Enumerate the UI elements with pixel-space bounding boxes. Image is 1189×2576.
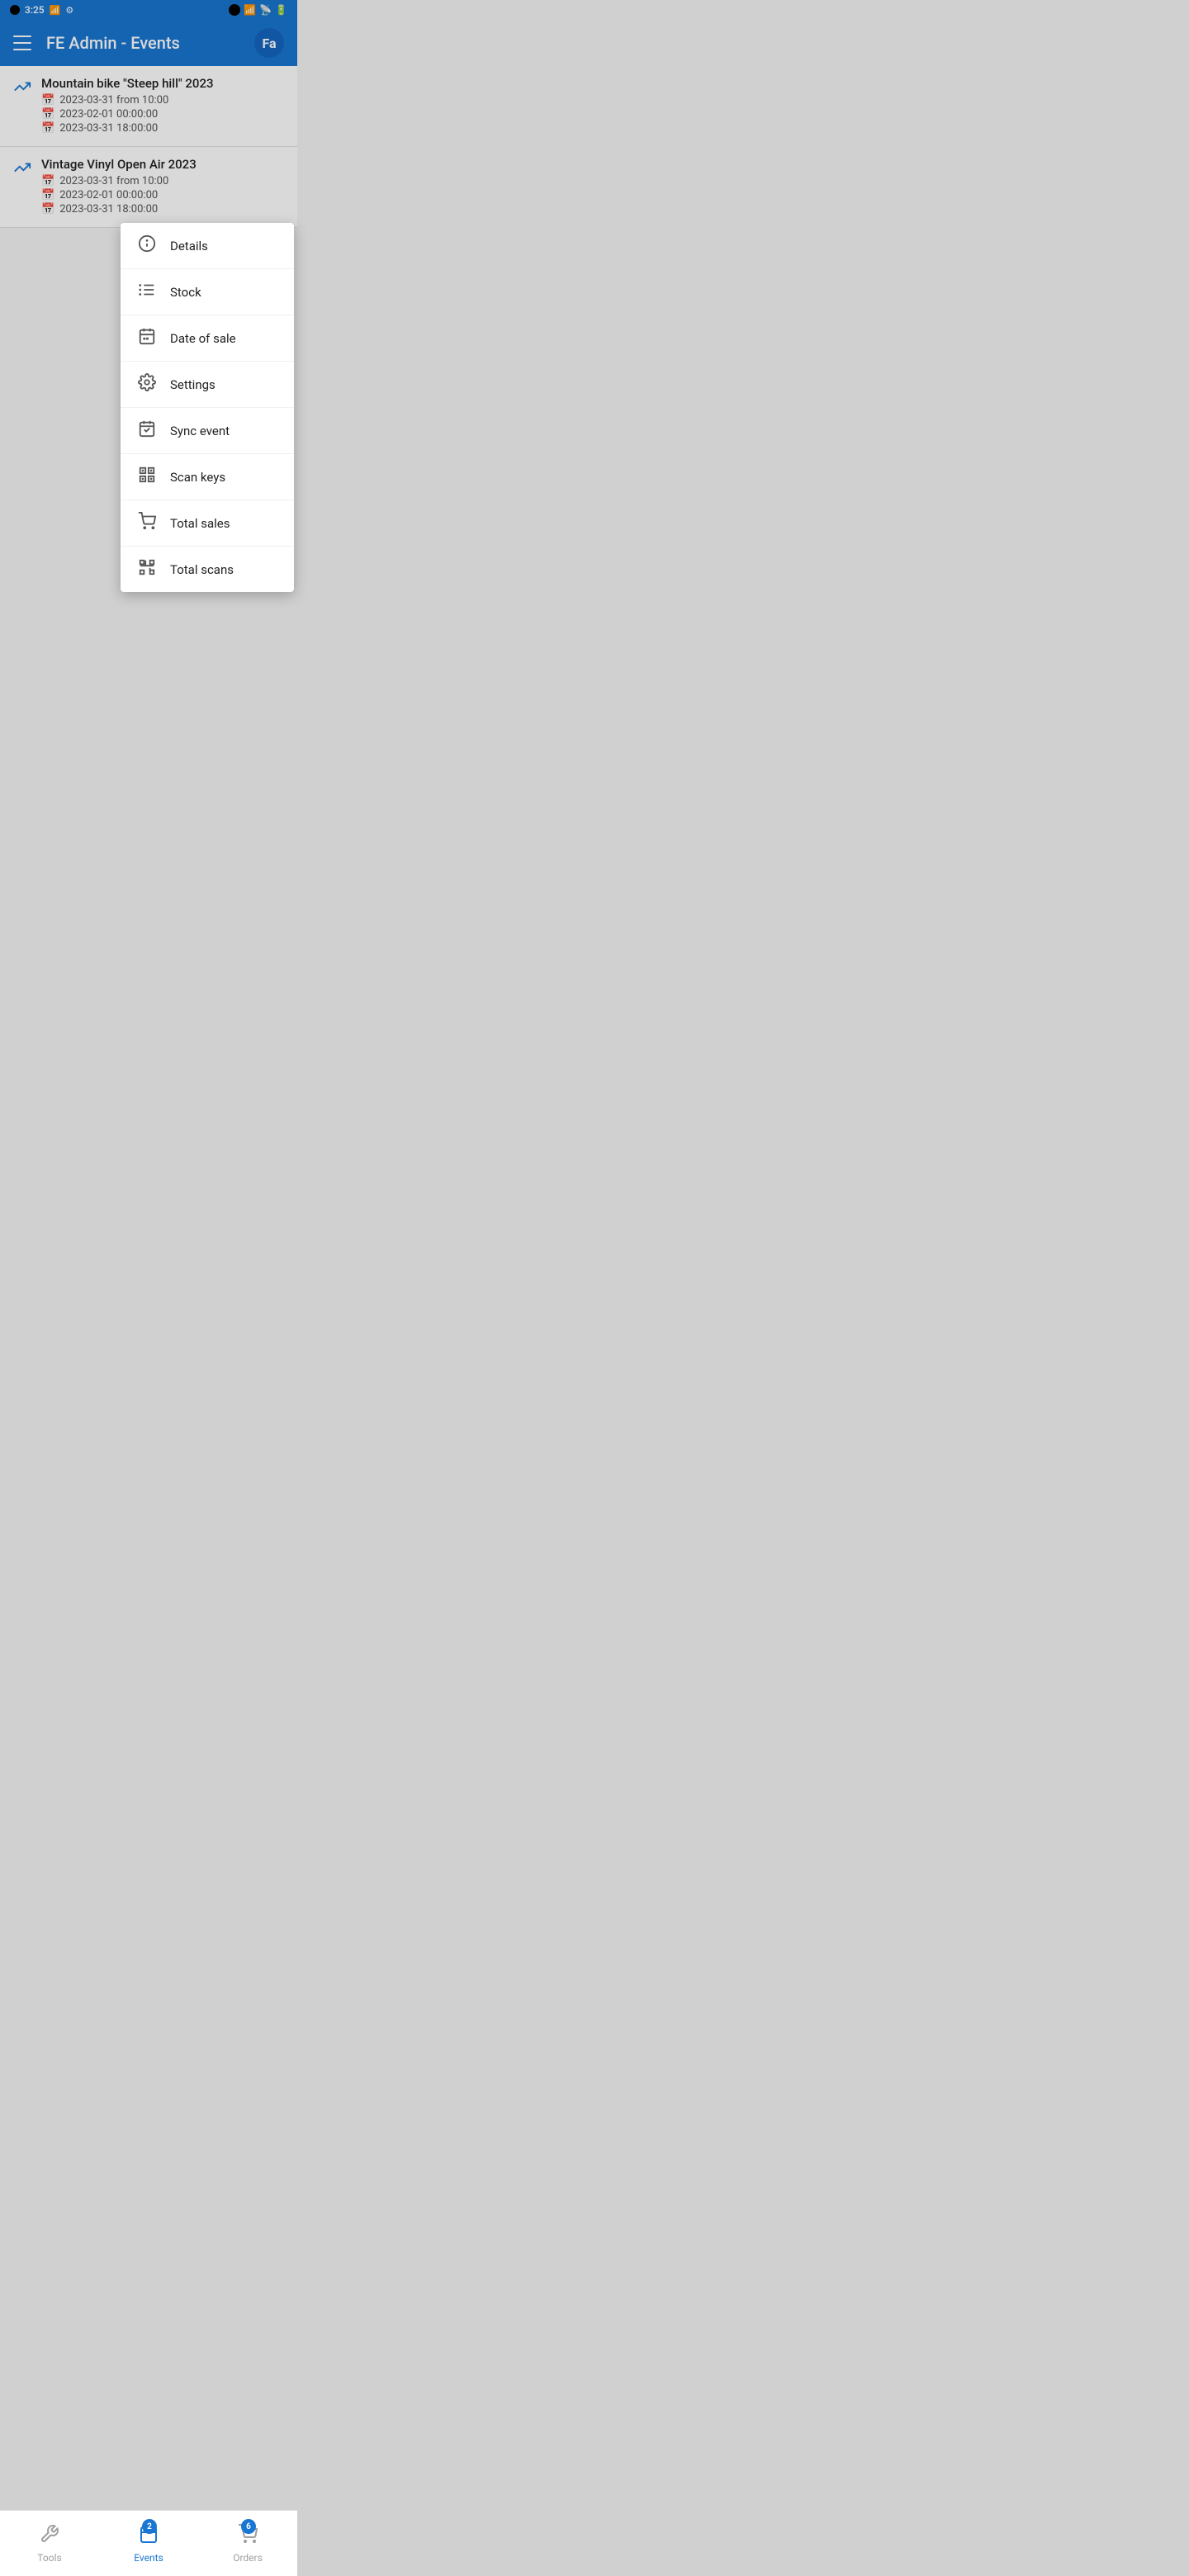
menu-item-sync-event[interactable]: Sync event	[121, 408, 294, 454]
nav-label-orders: Orders	[233, 2552, 263, 2564]
settings-icon	[137, 373, 157, 395]
nav-label-tools: Tools	[37, 2552, 61, 2564]
nav-item-orders[interactable]: 6 Orders	[198, 2511, 297, 2576]
nav-item-events[interactable]: 2 Events	[99, 2511, 198, 2576]
menu-label-settings: Settings	[170, 377, 277, 392]
menu-label-date-of-sale: Date of sale	[170, 331, 277, 346]
menu-label-details: Details	[170, 239, 277, 253]
menu-label-total-scans: Total scans	[170, 562, 277, 577]
events-badge: 2	[142, 2519, 157, 2534]
menu-label-sync-event: Sync event	[170, 424, 277, 438]
menu-item-total-scans[interactable]: Total scans	[121, 547, 294, 592]
orders-badge: 6	[241, 2519, 256, 2534]
context-menu: Details Stock	[121, 223, 294, 592]
menu-label-total-sales: Total sales	[170, 516, 277, 531]
menu-item-scan-keys[interactable]: Scan keys	[121, 454, 294, 500]
menu-item-total-sales[interactable]: Total sales	[121, 500, 294, 547]
menu-label-scan-keys: Scan keys	[170, 470, 277, 485]
menu-item-stock[interactable]: Stock	[121, 269, 294, 315]
menu-item-settings[interactable]: Settings	[121, 362, 294, 408]
qr-icon	[137, 558, 157, 580]
nav-label-events: Events	[134, 2552, 163, 2564]
main-content: Mountain bike "Steep hill" 2023 📅 2023-0…	[0, 66, 297, 228]
list-icon	[137, 281, 157, 303]
menu-label-stock: Stock	[170, 285, 277, 300]
sync-icon	[137, 419, 157, 442]
bottom-nav: Tools 2 Events 6 Orders	[0, 2510, 297, 2576]
scan-icon	[137, 466, 157, 488]
menu-item-date-of-sale[interactable]: Date of sale	[121, 315, 294, 362]
calendar-icon	[137, 327, 157, 349]
tools-icon	[40, 2524, 59, 2549]
menu-item-details[interactable]: Details	[121, 223, 294, 269]
cart-icon	[137, 512, 157, 534]
nav-item-tools[interactable]: Tools	[0, 2511, 99, 2576]
info-icon	[137, 234, 157, 257]
